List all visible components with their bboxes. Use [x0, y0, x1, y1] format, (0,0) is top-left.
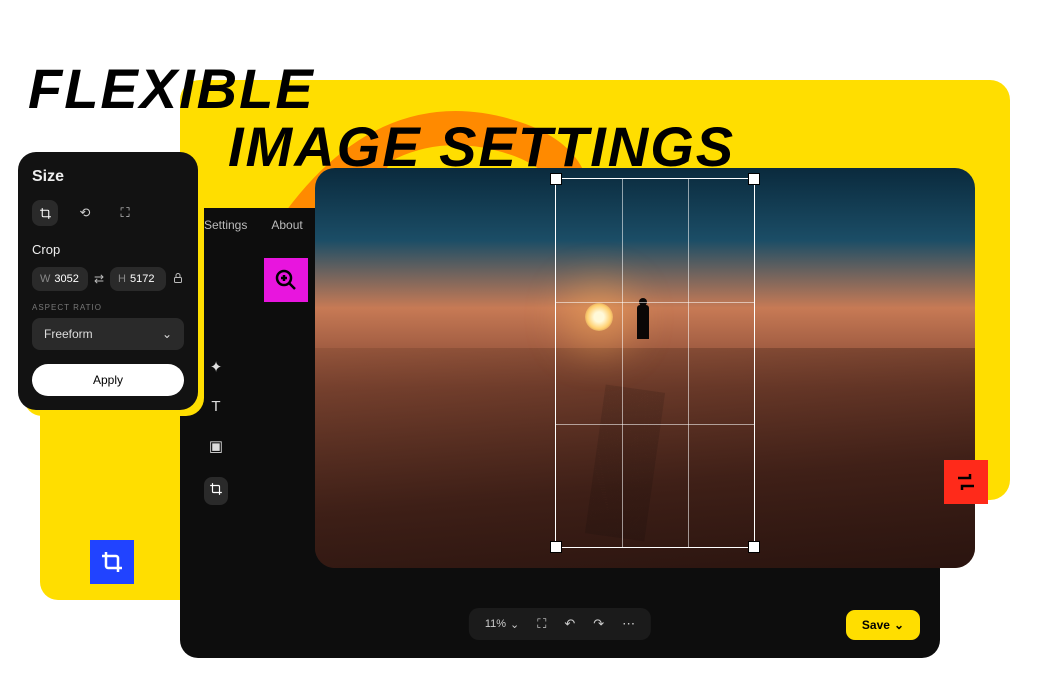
zoom-level[interactable]: 11%⌄ [485, 618, 519, 631]
height-input[interactable]: H 5172 [110, 267, 166, 291]
apply-button[interactable]: Apply [32, 364, 184, 396]
width-label: W [40, 273, 50, 285]
save-button[interactable]: Save ⌄ [846, 610, 920, 640]
crop-selection[interactable] [555, 178, 755, 548]
aspect-ratio-value: Freeform [44, 327, 93, 341]
crop-icon[interactable] [32, 200, 58, 226]
size-panel: Size ⟲ ⛶ Crop W 3052 ⇄ H 5172 Aspect Rat… [18, 152, 198, 410]
bottom-toolbar: 11%⌄ ⛶ ↶ ↷ ⋯ [469, 608, 651, 640]
fit-icon[interactable]: ⛶ [537, 616, 546, 632]
crop-section-label: Crop [32, 242, 184, 257]
width-input[interactable]: W 3052 [32, 267, 88, 291]
crop-gridline [622, 179, 623, 547]
crop-handle-tl[interactable] [550, 173, 562, 185]
aspect-ratio-label: Aspect Ratio [32, 303, 184, 312]
sparkle-icon[interactable]: ✦ [210, 358, 223, 376]
save-label: Save [862, 618, 890, 632]
height-value: 5172 [130, 273, 154, 285]
accent-split [944, 460, 988, 504]
crop-icon[interactable] [204, 477, 228, 505]
menu-about[interactable]: About [271, 218, 302, 232]
width-value: 3052 [54, 273, 78, 285]
expand-icon[interactable]: ⛶ [112, 200, 138, 226]
lock-icon[interactable] [172, 272, 184, 287]
accent-crop [90, 540, 134, 584]
crop-gridline [688, 179, 689, 547]
redo-icon[interactable]: ↷ [593, 616, 604, 632]
aspect-ratio-select[interactable]: Freeform ⌄ [32, 318, 184, 350]
left-toolbar: ✦ T ▣ [202, 358, 230, 505]
crop-gridline [556, 424, 754, 425]
crop-handle-tr[interactable] [748, 173, 760, 185]
headline-line1: Flexible [28, 60, 735, 118]
rotate-icon[interactable]: ⟲ [72, 200, 98, 226]
image-icon[interactable]: ▣ [209, 437, 223, 455]
text-icon[interactable]: T [211, 398, 220, 415]
undo-icon[interactable]: ↶ [564, 616, 575, 632]
chevron-down-icon: ⌄ [894, 618, 904, 632]
chevron-down-icon: ⌄ [162, 327, 172, 341]
crop-gridline [556, 302, 754, 303]
headline-line2: Image Settings [228, 118, 735, 176]
crop-handle-br[interactable] [748, 541, 760, 553]
height-label: H [118, 273, 126, 285]
accent-zoom-in [264, 258, 308, 302]
swap-icon[interactable]: ⇄ [94, 272, 104, 286]
more-icon[interactable]: ⋯ [622, 616, 635, 632]
crop-handle-bl[interactable] [550, 541, 562, 553]
menu-settings[interactable]: Settings [204, 218, 247, 232]
size-title: Size [32, 168, 184, 186]
